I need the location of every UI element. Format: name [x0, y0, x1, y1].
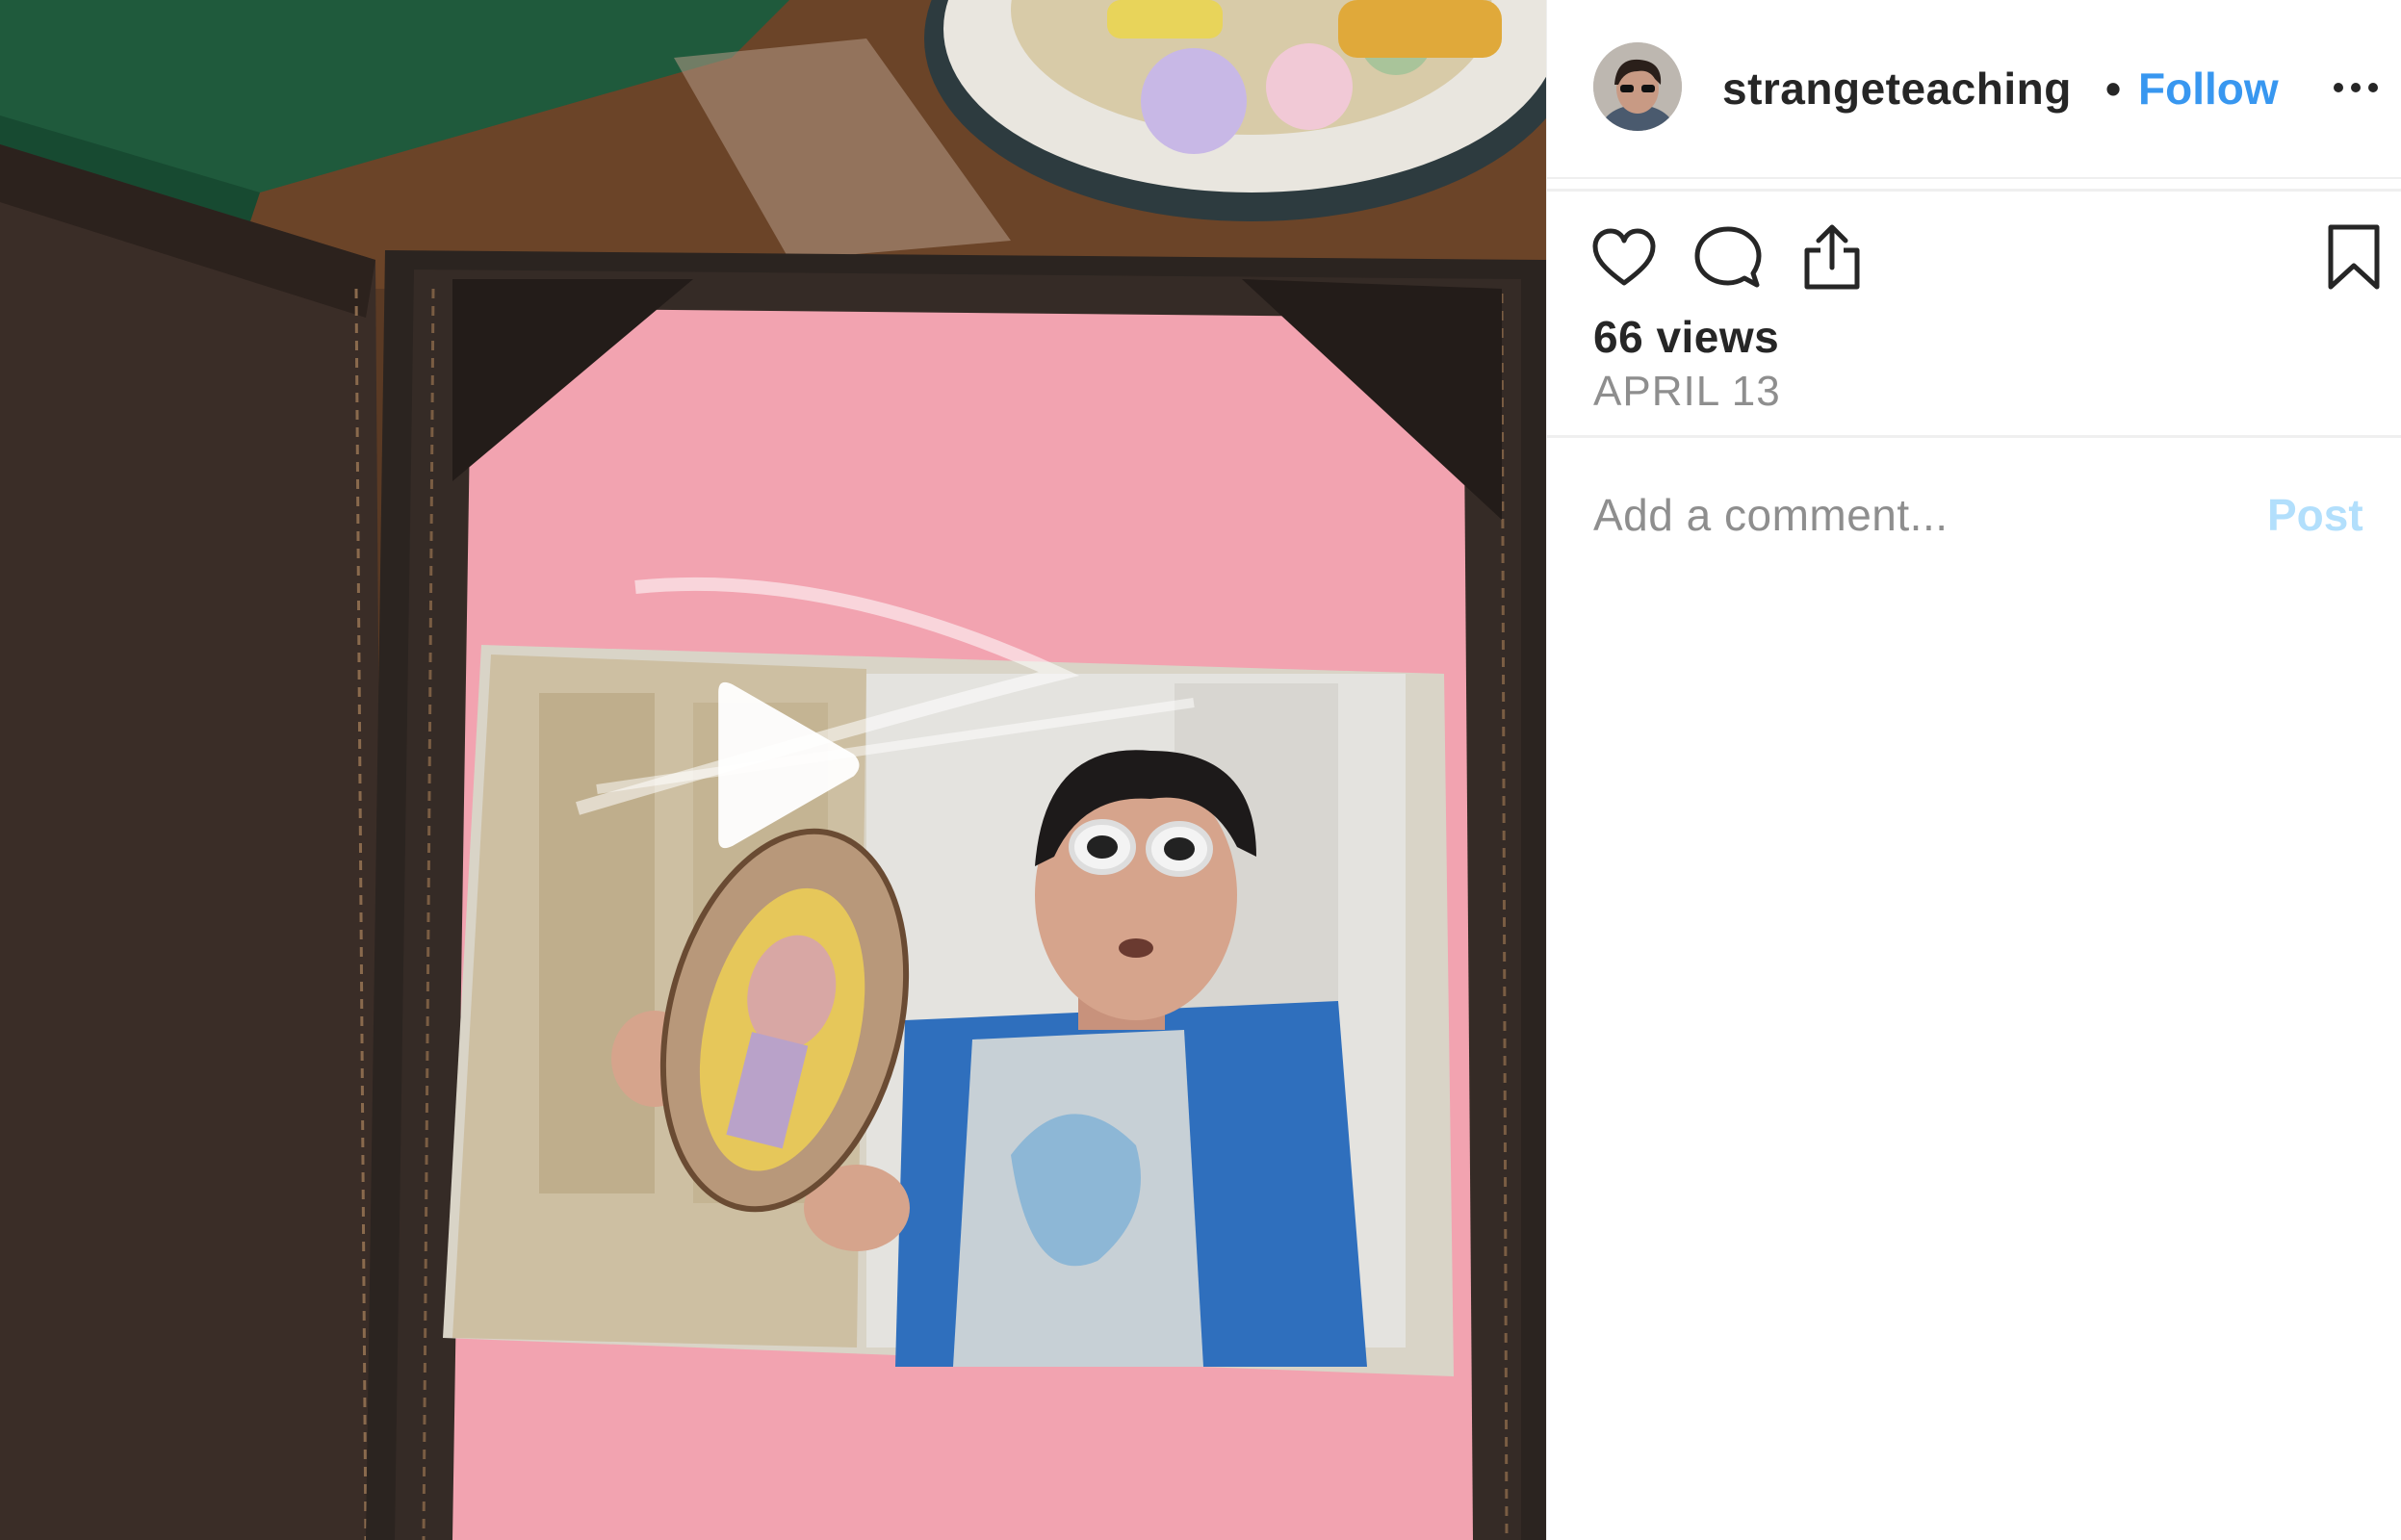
- avatar-image: [1593, 42, 1682, 131]
- share-button[interactable]: [1797, 223, 1867, 293]
- post-date[interactable]: APRIL 13: [1593, 368, 1781, 416]
- like-button[interactable]: [1589, 223, 1659, 293]
- header-separator: •: [2105, 64, 2122, 114]
- post-comment-button[interactable]: Post: [2267, 481, 2363, 549]
- heart-icon: [1592, 228, 1656, 286]
- follow-button[interactable]: Follow: [2138, 60, 2279, 117]
- comment-input[interactable]: [1593, 481, 2229, 549]
- play-button[interactable]: [685, 674, 868, 857]
- save-button[interactable]: [2319, 223, 2388, 293]
- post-header: strangeteaching • Follow: [1547, 0, 2401, 179]
- avatar[interactable]: [1593, 42, 1682, 131]
- comment-bubble-icon: [1694, 226, 1762, 288]
- share-icon: [1804, 224, 1860, 290]
- bookmark-icon: [2328, 224, 2380, 290]
- comment-button[interactable]: [1693, 223, 1763, 293]
- action-bar: [1547, 223, 2401, 300]
- more-options-icon: [2334, 83, 2378, 92]
- more-options-button[interactable]: [2327, 64, 2385, 112]
- comment-divider: [1547, 435, 2401, 438]
- header-divider: [1547, 189, 2401, 192]
- post-details-panel: strangeteaching • Follow 66 views APRIL …: [1546, 0, 2401, 1540]
- view-count[interactable]: 66 views: [1593, 310, 1779, 364]
- post-media[interactable]: [0, 0, 1546, 1540]
- play-icon: [718, 681, 860, 849]
- username-link[interactable]: strangeteaching: [1722, 60, 2100, 117]
